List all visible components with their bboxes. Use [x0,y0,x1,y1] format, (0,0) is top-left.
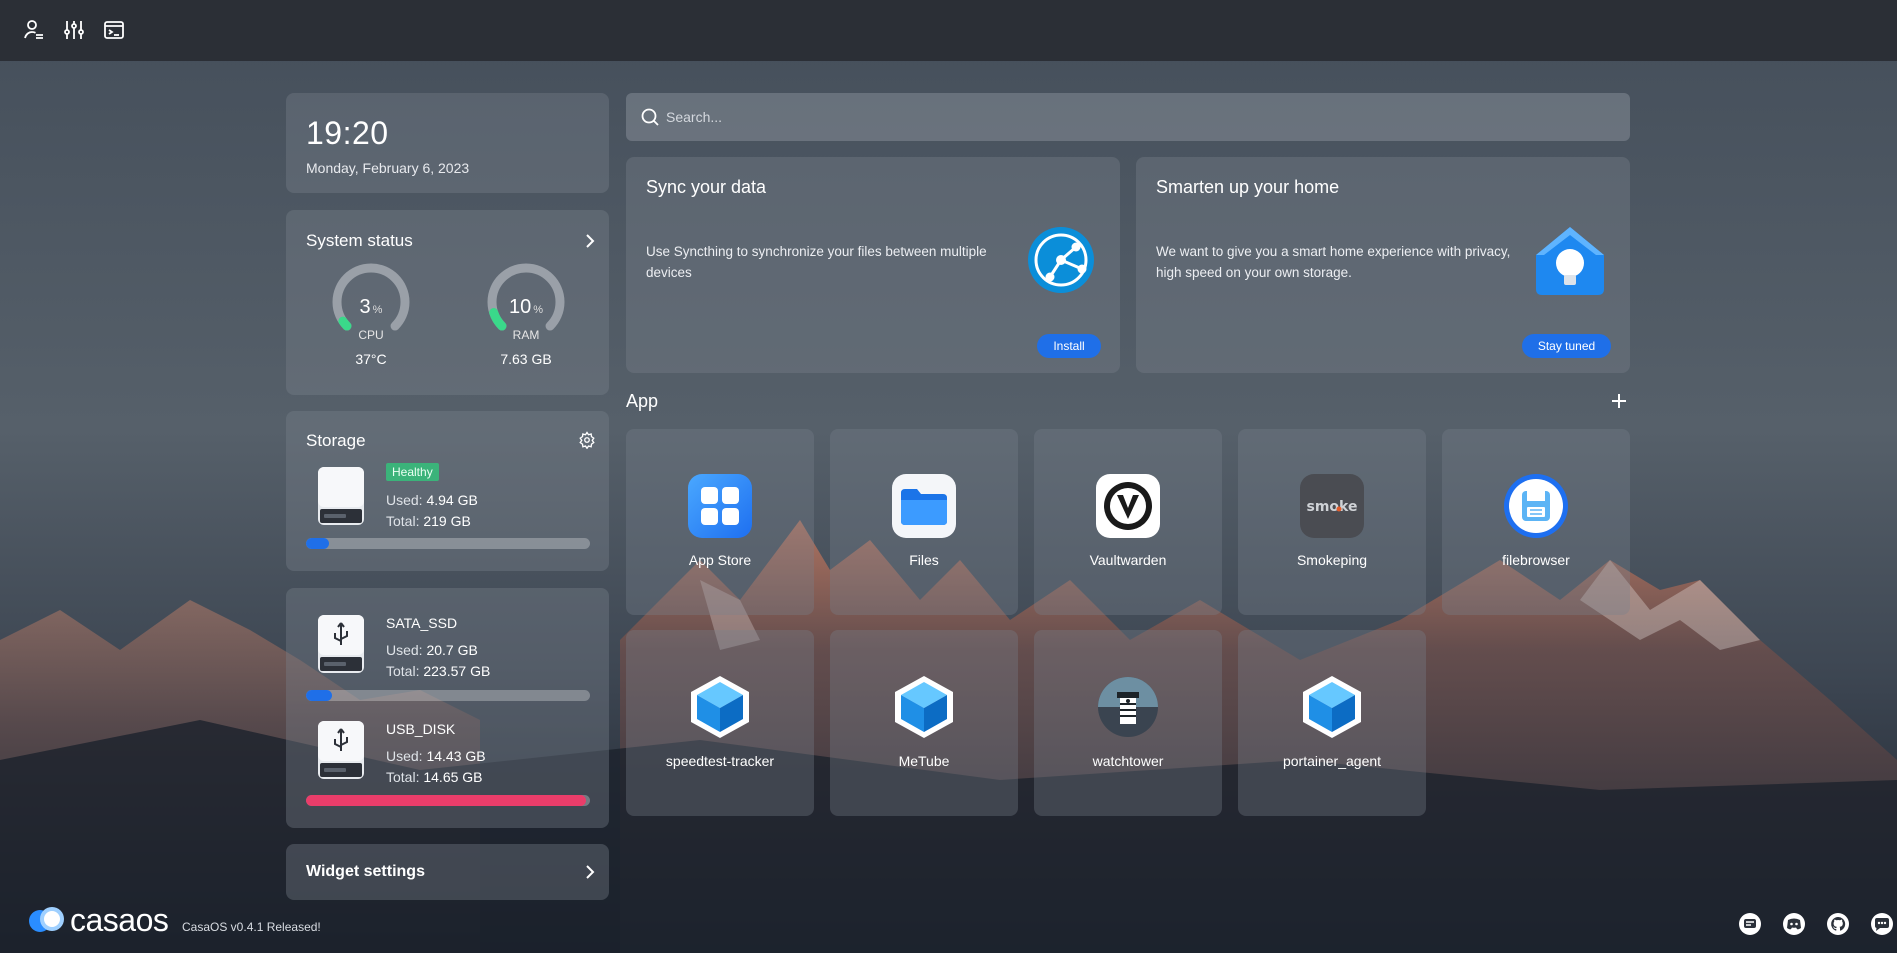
storage-health-badge: Healthy [386,463,439,481]
gear-icon[interactable] [578,431,596,449]
clock-widget: 19:20 Monday, February 6, 2023 [286,93,609,193]
usb-drive-icon [318,615,364,673]
disks-widget: SATA_SSD Used: 20.7 GB Total: 223.57 GB … [286,588,609,828]
storage-title: Storage [306,431,366,450]
app-label: filebrowser [1502,552,1570,568]
widget-settings-label: Widget settings [306,863,425,880]
disk-total: Total: 223.57 GB [386,663,491,679]
app-label: App Store [688,552,752,568]
vaultwarden-icon [1096,474,1160,538]
cube-icon [1303,676,1361,738]
app-tile-files[interactable]: Files [830,429,1018,615]
casaos-wordmark: casaos [70,902,169,938]
system-status-title: System status [306,231,413,250]
storage-usage-bar [306,538,590,549]
storage-usage-fill [306,538,329,549]
watchtower-icon [1098,677,1158,737]
top-bar [0,0,1897,61]
account-icon[interactable] [22,18,46,42]
stay-tuned-button[interactable]: Stay tuned [1522,334,1611,358]
smart-home-icon [1536,227,1604,295]
app-tile-app-store[interactable]: App Store [626,429,814,615]
ram-label: RAM [512,328,540,342]
install-button[interactable]: Install [1037,334,1101,358]
hard-drive-icon [318,467,364,525]
disk-used: Used: 14.43 GB [386,748,486,764]
github-icon[interactable] [1826,912,1850,936]
system-status-widget: System status 3% CPU 37°C 10% RAM 7.63 G… [286,210,609,395]
app-tile-watchtower[interactable]: watchtower [1034,630,1222,816]
smokeping-icon: smoke [1300,474,1364,538]
disk-total: Total: 14.65 GB [386,769,483,785]
disk-usage-bar [306,690,590,701]
storage-used: Used: 4.94 GB [386,492,478,508]
filebrowser-icon [1504,474,1568,538]
disk-usage-fill [306,795,586,806]
files-icon [892,474,956,538]
disk-name: SATA_SSD [386,615,458,631]
cpu-temperature: 37°C [355,351,387,367]
chevron-right-icon[interactable] [581,863,599,881]
search-bar [626,93,1630,141]
app-tile-metube[interactable]: MeTube [830,630,1018,816]
app-tile-filebrowser[interactable]: filebrowser [1442,429,1630,615]
release-notice-link[interactable]: CasaOS v0.4.1 Released! [182,920,321,934]
cube-icon [895,676,953,738]
app-tile-speedtest-tracker[interactable]: speedtest-tracker [626,630,814,816]
promo-title: Smarten up your home [1156,177,1340,197]
app-label: Vaultwarden [1089,552,1167,568]
widget-settings-button[interactable]: Widget settings [286,844,609,900]
ram-gauge: 10% RAM 7.63 GB [476,260,576,370]
clock-time: 19:20 [306,115,389,151]
add-app-icon[interactable] [1610,392,1628,410]
app-section-title: App [626,391,659,411]
cube-icon [691,676,749,738]
disk-usage-fill [306,690,333,701]
disk-name: USB_DISK [386,721,456,737]
chevron-right-icon[interactable] [581,232,599,250]
promo-title: Sync your data [646,177,767,197]
app-label: portainer_agent [1282,753,1382,769]
usb-drive-icon [318,721,364,779]
search-icon [641,108,659,126]
ram-value: 10% [508,296,544,318]
terminal-icon[interactable] [102,18,126,42]
promo-description: Use Syncthing to synchronize your files … [646,244,987,280]
search-input[interactable] [666,93,1616,141]
settings-sliders-icon[interactable] [62,18,86,42]
app-store-icon [688,474,752,538]
app-label: Smokeping [1296,552,1368,568]
promo-description: We want to give you a smart home experie… [1156,244,1511,280]
cpu-label: CPU [358,328,384,342]
cpu-gauge: 3% CPU 37°C [321,260,421,370]
svg-text:smoke: smoke [1307,499,1358,515]
disk-used: Used: 20.7 GB [386,642,478,658]
sync-promo-card: Sync your data Use Syncthing to synchron… [626,157,1120,373]
app-tile-portainer-agent[interactable]: portainer_agent [1238,630,1426,816]
chat-icon[interactable] [1870,912,1894,936]
storage-total: Total: 219 GB [386,513,471,529]
app-label: MeTube [898,753,950,769]
app-label: Files [909,552,939,568]
cpu-value: 3% [359,296,383,318]
ram-total: 7.63 GB [500,351,552,367]
message-icon[interactable] [1738,912,1762,936]
discord-icon[interactable] [1782,912,1806,936]
app-tile-vaultwarden[interactable]: Vaultwarden [1034,429,1222,615]
syncthing-icon [1028,227,1094,293]
disk-usage-bar [306,795,590,806]
smart-home-promo-card: Smarten up your home We want to give you… [1136,157,1630,373]
app-label: speedtest-tracker [665,753,775,769]
clock-date: Monday, February 6, 2023 [306,160,470,176]
app-tile-smokeping[interactable]: smoke Smokeping [1238,429,1426,615]
storage-widget: Storage Healthy Used: 4.94 GB Total: 219… [286,411,609,571]
app-label: watchtower [1092,753,1164,769]
casaos-logo-icon [29,907,64,932]
